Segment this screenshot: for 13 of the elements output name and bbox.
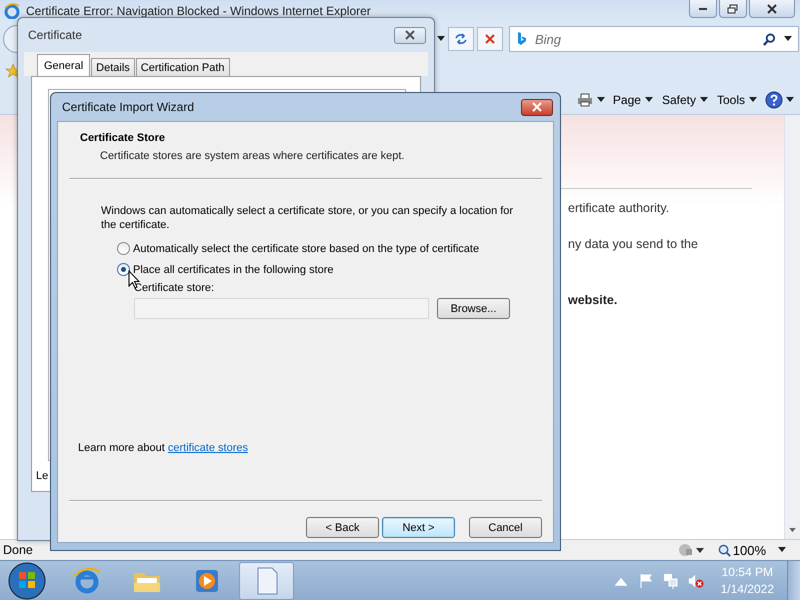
status-text: Done	[3, 543, 34, 557]
page-text: ertificate authority.	[568, 201, 670, 215]
help-text: Learn more about certificate stores	[78, 442, 248, 454]
window-title: Certificate	[28, 28, 84, 42]
field-label: Certificate store:	[134, 282, 216, 294]
window-title: Certificate Import Wizard	[62, 100, 196, 114]
window-title: Certificate Error: Navigation Blocked - Windows Internet Explorer	[26, 4, 372, 18]
section-heading: Certificate Store	[80, 132, 166, 144]
page-text: ny data you send to the	[568, 237, 698, 251]
instruction-text: Windows can automatically select a certificate store, or you can specify a location for the certificate.	[101, 204, 514, 232]
panel-text: Le	[36, 470, 48, 482]
section-description: Certificate stores are system areas where certificates are kept.	[100, 150, 406, 162]
page-text: website.	[568, 293, 618, 307]
